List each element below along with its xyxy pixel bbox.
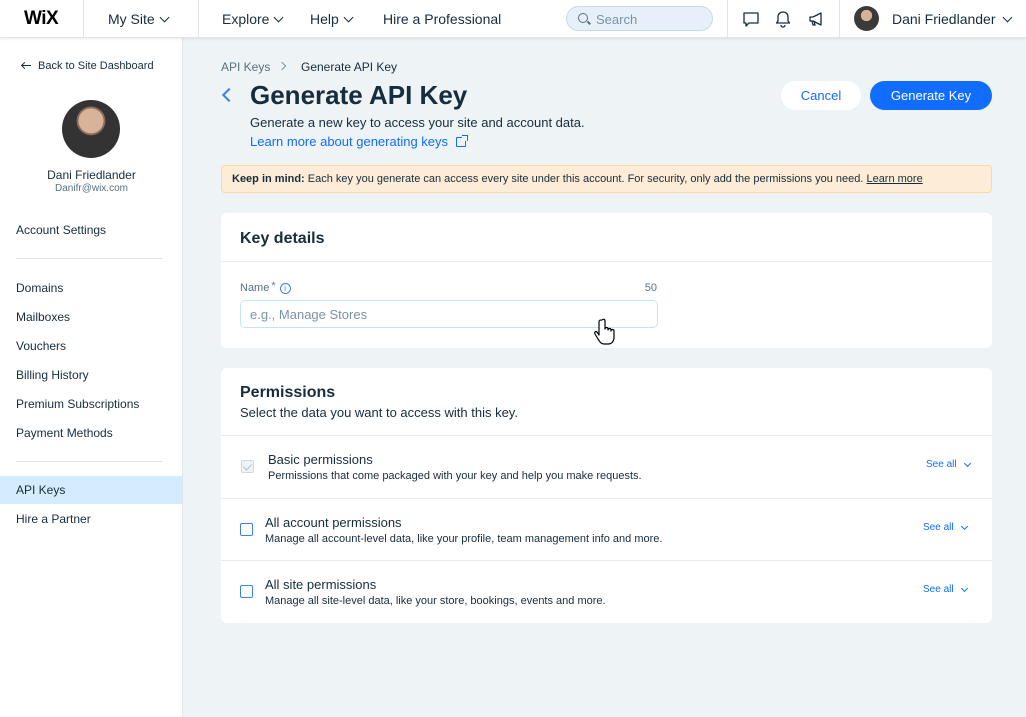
name-label-text: Name <box>240 282 270 294</box>
chevron-down-icon <box>960 522 968 530</box>
arrow-left-icon <box>22 62 31 70</box>
sidebar-item-payment-methods[interactable]: Payment Methods <box>0 419 182 447</box>
account-menu[interactable]: Dani Friedlander <box>892 11 1012 27</box>
hire-label: Hire a Professional <box>383 11 502 27</box>
learn-more-label: Learn more about generating keys <box>250 134 449 149</box>
sidebar: Back to Site Dashboard Dani Friedlander … <box>0 38 183 717</box>
account-name: Dani Friedlander <box>892 11 996 27</box>
bell-icon[interactable] <box>774 10 792 28</box>
permissions-subtitle: Select the data you want to access with … <box>240 405 518 420</box>
profile-avatar <box>62 100 120 158</box>
chevron-down-icon <box>274 12 284 22</box>
card-divider <box>221 261 992 262</box>
page-title: Generate API Key <box>250 80 468 110</box>
sidebar-item-billing-history[interactable]: Billing History <box>0 361 182 389</box>
sidebar-item-domains[interactable]: Domains <box>0 274 182 302</box>
site-menu-dropdown[interactable]: My Site <box>108 11 170 27</box>
permission-desc: Manage all site-level data, like your st… <box>265 595 606 607</box>
sidebar-item-api-keys[interactable]: API Keys <box>0 476 182 504</box>
profile-name: Dani Friedlander <box>47 168 136 182</box>
sidebar-item-hire-partner[interactable]: Hire a Partner <box>0 505 182 533</box>
see-all-label: See all <box>926 459 957 470</box>
permission-row-account: All account permissions Manage all accou… <box>221 498 992 560</box>
avatar[interactable] <box>854 6 879 31</box>
chevron-down-icon <box>960 584 968 592</box>
account-permissions-checkbox[interactable] <box>240 523 253 536</box>
info-icon[interactable]: i <box>279 282 291 294</box>
sidebar-item-mailboxes[interactable]: Mailboxes <box>0 303 182 331</box>
chevron-down-icon <box>159 12 170 22</box>
divider <box>727 0 728 38</box>
cancel-button[interactable]: Cancel <box>781 81 861 110</box>
help-label: Help <box>310 11 339 27</box>
site-permissions-checkbox[interactable] <box>240 585 253 598</box>
permission-title: All account permissions <box>265 515 402 530</box>
see-all-label: See all <box>923 584 954 595</box>
sidebar-item-account-settings[interactable]: Account Settings <box>0 216 182 244</box>
help-menu[interactable]: Help <box>310 11 354 27</box>
external-link-icon <box>456 134 469 147</box>
key-details-title: Key details <box>240 230 325 247</box>
notice-bold: Keep in mind: <box>232 173 305 185</box>
hire-professional-link[interactable]: Hire a Professional <box>383 11 501 27</box>
back-to-dashboard-link[interactable]: Back to Site Dashboard <box>22 60 154 72</box>
keep-in-mind-notice: Keep in mind: Each key you generate can … <box>221 165 992 193</box>
permission-row-basic: Basic permissions Permissions that come … <box>221 435 992 497</box>
generate-key-button[interactable]: Generate Key <box>870 81 992 110</box>
char-limit: 50 <box>644 282 657 294</box>
permissions-card: Permissions Select the data you want to … <box>221 368 992 623</box>
permission-title: Basic permissions <box>268 452 373 467</box>
wix-logo[interactable]: WiX <box>24 8 59 30</box>
site-menu-label: My Site <box>108 11 155 27</box>
search-placeholder: Search <box>596 12 638 27</box>
notice-text: Each key you generate can access every s… <box>307 173 864 185</box>
see-all-button[interactable]: See all <box>923 522 968 533</box>
chat-icon[interactable] <box>742 10 760 28</box>
divider <box>83 0 84 38</box>
see-all-button[interactable]: See all <box>926 459 971 470</box>
required-mark: * <box>271 279 276 292</box>
back-label: Back to Site Dashboard <box>38 60 154 72</box>
name-field-label: Name * i <box>240 279 291 294</box>
sidebar-divider <box>16 258 163 259</box>
sidebar-divider <box>16 461 163 462</box>
permission-desc: Manage all account-level data, like your… <box>265 533 663 545</box>
explore-menu[interactable]: Explore <box>222 11 284 27</box>
breadcrumb-current: Generate API Key <box>301 60 398 74</box>
learn-more-link[interactable]: Learn more about generating keys <box>250 134 469 149</box>
chevron-right-icon <box>277 61 287 71</box>
chevron-down-icon <box>963 459 971 467</box>
chevron-down-icon <box>343 12 354 22</box>
profile-email: Danifr@wix.com <box>55 183 128 194</box>
see-all-button[interactable]: See all <box>923 584 968 595</box>
hand-cursor-icon <box>594 318 615 345</box>
search-icon <box>578 13 588 23</box>
back-chevron-icon[interactable] <box>221 87 237 103</box>
basic-permissions-checkbox <box>241 460 254 473</box>
permission-desc: Permissions that come packaged with your… <box>268 470 642 482</box>
page-subtitle: Generate a new key to access your site a… <box>250 115 585 130</box>
top-bar: WiX My Site Explore Help Hire a Professi… <box>0 0 1026 38</box>
explore-label: Explore <box>222 11 270 27</box>
sidebar-item-vouchers[interactable]: Vouchers <box>0 332 182 360</box>
megaphone-icon[interactable] <box>807 10 825 28</box>
permissions-title: Permissions <box>240 384 336 401</box>
divider <box>839 0 840 38</box>
sidebar-item-premium-subscriptions[interactable]: Premium Subscriptions <box>0 390 182 418</box>
permission-row-site: All site permissions Manage all site-lev… <box>221 560 992 622</box>
search-bar[interactable]: Search <box>566 6 713 31</box>
permission-title: All site permissions <box>265 577 377 592</box>
notice-learn-more-link[interactable]: Learn more <box>866 173 922 185</box>
see-all-label: See all <box>923 522 954 533</box>
breadcrumb-api-keys[interactable]: API Keys <box>221 60 270 74</box>
divider <box>198 0 199 38</box>
chevron-down-icon <box>1002 12 1012 22</box>
